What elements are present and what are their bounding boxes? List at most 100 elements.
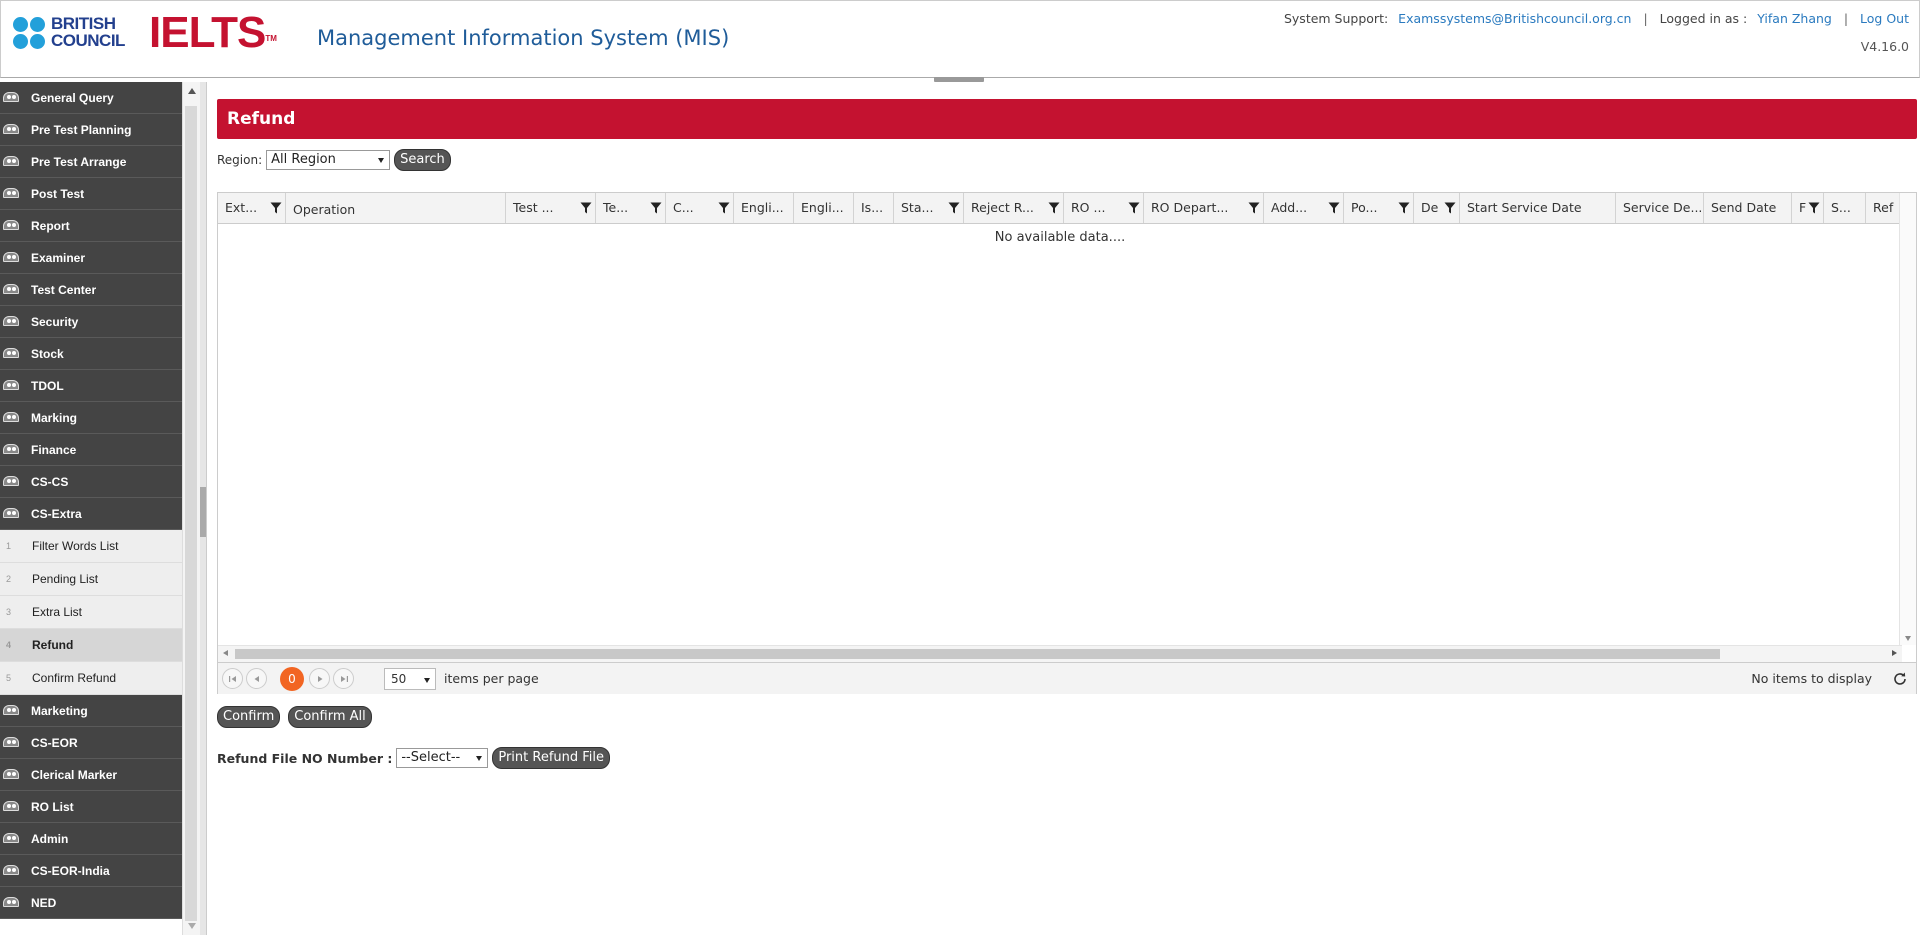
column-header[interactable]: RO Depart... bbox=[1144, 193, 1264, 223]
prev-page-button[interactable] bbox=[246, 668, 267, 689]
sidebar-item-finance[interactable]: Finance bbox=[0, 434, 182, 466]
refresh-icon[interactable] bbox=[1892, 671, 1908, 687]
column-header[interactable]: Engli... bbox=[734, 193, 794, 223]
column-header[interactable]: Po... bbox=[1344, 193, 1414, 223]
grid-vertical-scrollbar[interactable] bbox=[1899, 193, 1916, 645]
column-header-label: Add... bbox=[1271, 200, 1308, 215]
column-header[interactable]: Ext... bbox=[218, 193, 286, 223]
sidebar-item-security[interactable]: Security bbox=[0, 306, 182, 338]
ielts-wordmark: IELTS bbox=[149, 8, 266, 57]
sidebar-item-admin[interactable]: Admin bbox=[0, 823, 182, 855]
filter-icon[interactable] bbox=[1398, 202, 1410, 214]
column-header[interactable]: F bbox=[1792, 193, 1824, 223]
filter-icon[interactable] bbox=[1128, 202, 1140, 214]
column-header[interactable]: S... bbox=[1824, 193, 1866, 223]
column-header[interactable]: Engli... bbox=[794, 193, 854, 223]
column-header[interactable]: Reject R... bbox=[964, 193, 1064, 223]
filter-icon[interactable] bbox=[1444, 202, 1456, 214]
sidebar-item-tdol[interactable]: TDOL bbox=[0, 370, 182, 402]
scroll-right-arrow-icon[interactable] bbox=[1892, 650, 1897, 656]
scroll-up-arrow-icon[interactable] bbox=[188, 88, 196, 94]
column-header[interactable]: Send Date bbox=[1704, 193, 1792, 223]
sidebar-item-ro-list[interactable]: RO List bbox=[0, 791, 182, 823]
filter-icon[interactable] bbox=[650, 202, 662, 214]
page-size-select[interactable]: 50 bbox=[384, 668, 436, 690]
sidebar-item-cs-eor-india[interactable]: CS-EOR-India bbox=[0, 855, 182, 887]
panel-splitter[interactable] bbox=[200, 82, 207, 935]
scrollbar-thumb[interactable] bbox=[185, 106, 197, 921]
sidebar-item-test-center[interactable]: Test Center bbox=[0, 274, 182, 306]
sidebar-item-label: RO List bbox=[31, 799, 74, 814]
scroll-left-arrow-icon[interactable] bbox=[223, 650, 228, 656]
column-header[interactable]: Operation bbox=[286, 193, 506, 223]
user-name-link[interactable]: Yifan Zhang bbox=[1757, 11, 1832, 26]
column-header[interactable]: Is... bbox=[854, 193, 894, 223]
sidebar-item-stock[interactable]: Stock bbox=[0, 338, 182, 370]
confirm-all-button[interactable]: Confirm All bbox=[288, 706, 372, 728]
column-header[interactable]: Add... bbox=[1264, 193, 1344, 223]
last-page-button[interactable] bbox=[333, 668, 354, 689]
sidebar-item-clerical-marker[interactable]: Clerical Marker bbox=[0, 759, 182, 791]
column-header[interactable]: Te... bbox=[596, 193, 666, 223]
filter-icon[interactable] bbox=[1048, 202, 1060, 214]
sidebar-item-cs-cs[interactable]: CS-CS bbox=[0, 466, 182, 498]
column-header[interactable]: RO ... bbox=[1064, 193, 1144, 223]
current-page[interactable]: 0 bbox=[280, 667, 304, 691]
column-header[interactable]: Sta... bbox=[894, 193, 964, 223]
column-header[interactable]: C... bbox=[666, 193, 734, 223]
grid-horizontal-scrollbar[interactable] bbox=[218, 645, 1902, 662]
sidebar-item-label: Stock bbox=[31, 346, 64, 361]
sidebar-subitem-extra-list[interactable]: 3 Extra List bbox=[0, 596, 182, 629]
separator: | bbox=[1643, 11, 1648, 26]
sidebar-item-cs-extra[interactable]: CS-Extra bbox=[0, 498, 182, 530]
scrollbar-thumb[interactable] bbox=[235, 649, 1720, 659]
sidebar-item-general-query[interactable]: General Query bbox=[0, 82, 182, 114]
next-page-button[interactable] bbox=[309, 668, 330, 689]
column-header[interactable]: Start Service Date bbox=[1460, 193, 1616, 223]
filter-icon[interactable] bbox=[270, 202, 282, 214]
sidebar-subitem-refund[interactable]: 4 Refund bbox=[0, 629, 182, 662]
filter-icon[interactable] bbox=[948, 202, 960, 214]
sidebar-subitem-label: Refund bbox=[32, 638, 74, 652]
print-refund-file-button[interactable]: Print Refund File bbox=[492, 747, 611, 769]
logout-link[interactable]: Log Out bbox=[1860, 11, 1909, 26]
sidebar: General Query Pre Test Planning Pre Test A… bbox=[0, 82, 183, 935]
sidebar-item-examiner[interactable]: Examiner bbox=[0, 242, 182, 274]
splitter-grip[interactable] bbox=[200, 487, 206, 537]
filter-icon[interactable] bbox=[580, 202, 592, 214]
module-icon bbox=[3, 124, 21, 135]
filter-icon[interactable] bbox=[1808, 202, 1820, 214]
filter-icon[interactable] bbox=[1328, 202, 1340, 214]
ielts-logo: IELTSTM bbox=[149, 11, 277, 55]
sidebar-item-post-test[interactable]: Post Test bbox=[0, 178, 182, 210]
search-button[interactable]: Search bbox=[394, 149, 451, 171]
sidebar-subitem-confirm-refund[interactable]: 5 Confirm Refund bbox=[0, 662, 182, 695]
confirm-button[interactable]: Confirm bbox=[217, 706, 281, 728]
column-header[interactable]: Test ... bbox=[506, 193, 596, 223]
sidebar-item-marking[interactable]: Marking bbox=[0, 402, 182, 434]
sidebar-item-ned[interactable]: NED bbox=[0, 887, 182, 919]
scroll-down-arrow-icon[interactable] bbox=[1905, 636, 1911, 641]
sidebar-subitem-filter-words-list[interactable]: 1 Filter Words List bbox=[0, 530, 182, 563]
sidebar-subitem-pending-list[interactable]: 2 Pending List bbox=[0, 563, 182, 596]
filter-icon[interactable] bbox=[1248, 202, 1260, 214]
refund-file-select[interactable]: --Select-- bbox=[396, 748, 489, 768]
sidebar-item-pre-test-planning[interactable]: Pre Test Planning bbox=[0, 114, 182, 146]
sidebar-nav: General Query Pre Test Planning Pre Test A… bbox=[0, 82, 182, 919]
sidebar-item-cs-eor[interactable]: CS-EOR bbox=[0, 727, 182, 759]
support-email-link[interactable]: Examssystems@Britishcouncil.org.cn bbox=[1398, 11, 1631, 26]
support-label: System Support: bbox=[1283, 11, 1389, 26]
column-header[interactable]: De bbox=[1414, 193, 1460, 223]
filter-icon[interactable] bbox=[718, 202, 730, 214]
first-page-button[interactable] bbox=[222, 668, 243, 689]
sidebar-item-report[interactable]: Report bbox=[0, 210, 182, 242]
scroll-down-arrow-icon[interactable] bbox=[188, 923, 196, 929]
region-select[interactable]: All Region bbox=[266, 150, 391, 170]
sidebar-item-pre-test-arrange[interactable]: Pre Test Arrange bbox=[0, 146, 182, 178]
column-header[interactable]: Service De... bbox=[1616, 193, 1704, 223]
chevron-down-icon bbox=[424, 678, 430, 683]
sidebar-scrollbar[interactable] bbox=[182, 82, 201, 935]
sidebar-item-marketing[interactable]: Marketing bbox=[0, 695, 182, 727]
column-header[interactable]: Ref bbox=[1866, 193, 1902, 223]
sidebar-item-label: TDOL bbox=[31, 378, 64, 393]
